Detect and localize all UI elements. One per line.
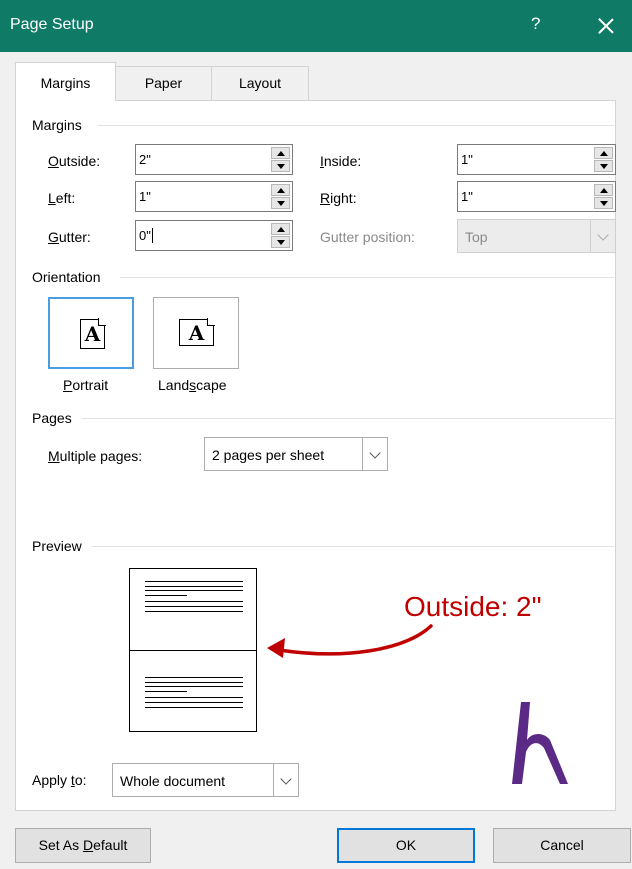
apply-to-select[interactable]: Whole document [112,763,299,797]
outside-label: Outside: [48,153,101,169]
ok-button[interactable]: OK [337,828,475,863]
chevron-down-icon [597,229,609,241]
pages-group-label: Pages [32,410,72,426]
right-spinner[interactable]: 1" [457,181,616,212]
left-label: Left: [48,190,76,206]
tab-margins[interactable]: Margins [15,62,116,101]
set-as-default-button[interactable]: Set As Default [15,828,151,863]
group-divider [92,546,614,547]
chevron-down-icon [280,773,292,785]
window-title: Page Setup [10,16,94,33]
inside-label: Inside: [320,153,362,169]
landscape-button[interactable]: A [153,297,239,369]
margins-group-label: Margins [32,117,82,133]
spin-up-icon[interactable] [271,223,290,235]
group-divider [98,125,614,126]
chevron-down-icon [369,447,381,459]
landscape-page-icon: A [179,318,215,346]
right-value: 1" [461,189,473,204]
outside-value: 2" [139,152,151,167]
spin-down-icon[interactable] [271,160,290,172]
preview-page-top [129,568,257,651]
preview-group-label: Preview [32,538,82,554]
multiple-pages-select[interactable]: 2 pages per sheet [204,437,388,471]
portrait-label: Portrait [63,377,109,393]
multiple-pages-value: 2 pages per sheet [212,447,325,463]
text-cursor [151,228,153,243]
spin-up-icon[interactable] [594,184,613,196]
tab-paper[interactable]: Paper [115,66,212,100]
right-label: Right: [320,190,357,206]
inside-value: 1" [461,152,473,167]
spin-down-icon[interactable] [594,197,613,209]
spin-down-icon[interactable] [594,160,613,172]
gutter-position-value: Top [465,229,488,245]
logo-icon [512,702,568,784]
spin-up-icon[interactable] [271,147,290,159]
spin-up-icon[interactable] [594,147,613,159]
portrait-page-icon: A [80,318,106,349]
gutter-value: 0" [139,228,151,243]
apply-to-value: Whole document [120,773,226,789]
group-divider [120,277,614,278]
annotation-arrow [267,624,433,658]
orientation-group-label: Orientation [32,269,101,285]
tab-layout[interactable]: Layout [211,66,309,100]
help-icon[interactable]: ? [531,14,540,34]
close-icon[interactable] [592,12,620,40]
apply-to-label: Apply to: [32,772,87,788]
portrait-button[interactable]: A [48,297,134,369]
group-divider [82,418,614,419]
title-bar: Page Setup ? [0,0,632,52]
gutter-position-select[interactable]: Top [457,219,616,253]
spin-down-icon[interactable] [271,236,290,248]
landscape-label: Landscape [158,377,227,393]
outside-spinner[interactable]: 2" [135,144,293,175]
spin-up-icon[interactable] [271,184,290,196]
gutter-position-label: Gutter position: [320,229,415,245]
spin-down-icon[interactable] [271,197,290,209]
gutter-label: Gutter: [48,229,91,245]
multiple-pages-label: Multiple pages: [48,448,143,464]
annotation-text: Outside: 2" [404,591,542,622]
left-value: 1" [139,189,151,204]
cancel-button[interactable]: Cancel [493,828,631,863]
gutter-spinner[interactable]: 0" [135,220,293,251]
preview-page-bottom [129,650,257,732]
inside-spinner[interactable]: 1" [457,144,616,175]
left-spinner[interactable]: 1" [135,181,293,212]
